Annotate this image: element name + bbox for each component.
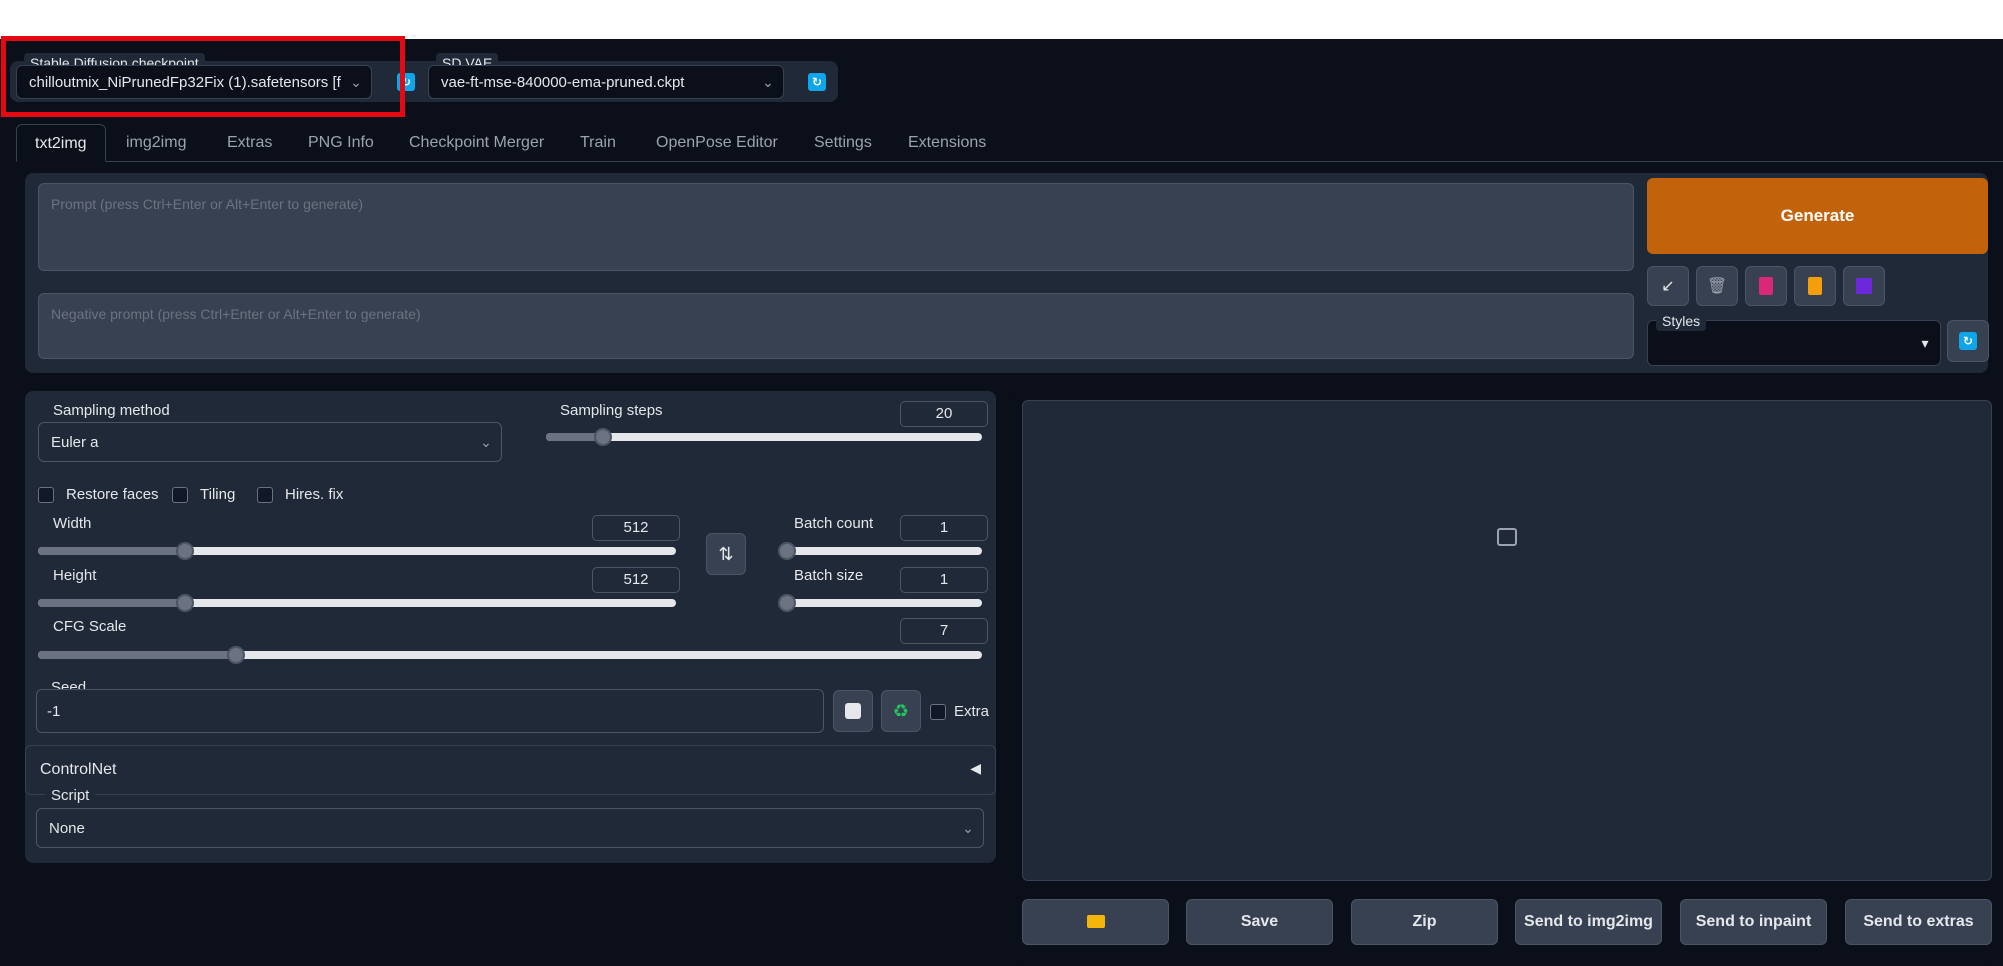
- swap-dimensions-button[interactable]: ⇅: [706, 533, 746, 575]
- styles-label: Styles: [1656, 311, 1707, 331]
- chevron-down-icon: ⌄: [762, 73, 774, 90]
- vae-dropdown[interactable]: vae-ft-mse-840000-ema-pruned.ckpt ⌄: [428, 65, 784, 99]
- clipboard-icon: [1808, 277, 1822, 295]
- tab-extras[interactable]: Extras: [209, 124, 290, 162]
- tab-img2img[interactable]: img2img: [108, 124, 204, 162]
- script-value: None: [49, 819, 85, 837]
- restore-faces-label: Restore faces: [66, 486, 159, 503]
- tab-txt2img[interactable]: txt2img: [16, 124, 106, 162]
- extra-seed-checkbox[interactable]: Extra: [930, 703, 989, 720]
- send-to-inpaint-button[interactable]: Send to inpaint: [1680, 899, 1827, 945]
- slider-thumb[interactable]: [175, 594, 194, 612]
- reuse-seed-button[interactable]: ♻: [881, 690, 921, 732]
- open-folder-button[interactable]: [1022, 899, 1169, 945]
- refresh-icon: ↻: [1959, 332, 1977, 350]
- seed-input[interactable]: -1: [36, 689, 824, 733]
- controlnet-accordion[interactable]: ControlNet ◀: [25, 745, 996, 795]
- save-button[interactable]: Save: [1186, 899, 1333, 945]
- checkbox-box[interactable]: [38, 486, 54, 503]
- main-tabs: txt2img img2img Extras PNG Info Checkpoi…: [16, 124, 2003, 162]
- batch-count-input[interactable]: 1: [900, 515, 988, 541]
- checkbox-box[interactable]: [257, 486, 273, 503]
- tiling-label: Tiling: [200, 486, 236, 503]
- batch-size-label: Batch size: [788, 566, 870, 585]
- apply-style-button[interactable]: [1794, 266, 1836, 306]
- negative-prompt-textarea[interactable]: Negative prompt (press Ctrl+Enter or Alt…: [38, 293, 1634, 359]
- sampling-steps-input[interactable]: 20: [900, 401, 988, 427]
- script-label: Script: [45, 786, 96, 805]
- batch-size-input[interactable]: 1: [900, 567, 988, 593]
- tab-settings[interactable]: Settings: [796, 124, 890, 162]
- batch-count-label: Batch count: [788, 514, 880, 533]
- tab-train[interactable]: Train: [562, 124, 634, 162]
- sampling-steps-slider[interactable]: [546, 428, 982, 446]
- swap-arrows-icon: ⇅: [718, 543, 734, 564]
- prompt-textarea[interactable]: Prompt (press Ctrl+Enter or Alt+Enter to…: [38, 183, 1634, 271]
- dice-icon: [845, 703, 861, 719]
- sampling-steps-label: Sampling steps: [554, 401, 669, 420]
- width-slider[interactable]: [38, 542, 676, 560]
- folder-icon: [1086, 915, 1105, 929]
- sampling-method-dropdown[interactable]: Euler a ⌄: [38, 422, 502, 462]
- slider-thumb[interactable]: [593, 428, 612, 446]
- send-to-img2img-button[interactable]: Send to img2img: [1515, 899, 1662, 945]
- batch-count-slider[interactable]: [778, 542, 982, 560]
- clear-prompt-button[interactable]: 🗑: [1696, 266, 1738, 306]
- recycle-icon: ♻: [892, 700, 910, 721]
- floppy-disk-icon: [1856, 278, 1872, 294]
- vae-refresh-icon[interactable]: ↻: [808, 73, 826, 91]
- slider-thumb[interactable]: [778, 542, 796, 560]
- slider-thumb[interactable]: [778, 594, 796, 612]
- height-slider[interactable]: [38, 594, 676, 612]
- caret-left-icon: ◀: [970, 760, 981, 776]
- seed-value: -1: [47, 702, 61, 720]
- cfg-scale-input[interactable]: 7: [900, 618, 988, 644]
- arrow-icon: ↙: [1661, 278, 1675, 295]
- output-gallery: [1022, 400, 1992, 881]
- card-icon: [1759, 277, 1773, 295]
- trash-icon: 🗑: [1706, 278, 1728, 295]
- vae-value: vae-ft-mse-840000-ema-pruned.ckpt: [441, 73, 685, 91]
- extra-networks-button[interactable]: [1745, 266, 1787, 306]
- image-placeholder-icon: [1497, 528, 1517, 546]
- tab-checkpoint-merger[interactable]: Checkpoint Merger: [391, 124, 562, 162]
- cfg-scale-slider[interactable]: [38, 646, 982, 664]
- slider-fill: [38, 547, 185, 555]
- tiling-checkbox[interactable]: Tiling: [172, 486, 235, 503]
- height-label: Height: [47, 566, 103, 585]
- tab-png-info[interactable]: PNG Info: [290, 124, 392, 162]
- zip-button[interactable]: Zip: [1351, 899, 1498, 945]
- height-input[interactable]: 512: [592, 567, 680, 593]
- width-label: Width: [47, 514, 98, 533]
- restore-faces-checkbox[interactable]: Restore faces: [38, 486, 159, 503]
- batch-size-slider[interactable]: [778, 594, 982, 612]
- sampling-method-value: Euler a: [51, 433, 99, 451]
- tab-openpose-editor[interactable]: OpenPose Editor: [638, 124, 796, 162]
- sampling-method-label: Sampling method: [47, 401, 176, 420]
- controlnet-label: ControlNet: [40, 761, 117, 778]
- hires-fix-label: Hires. fix: [285, 486, 344, 503]
- slider-thumb[interactable]: [175, 542, 194, 560]
- tab-extensions[interactable]: Extensions: [890, 124, 1004, 162]
- send-to-extras-button[interactable]: Send to extras: [1845, 899, 1992, 945]
- read-params-button[interactable]: ↙: [1647, 266, 1689, 306]
- cfg-scale-label: CFG Scale: [47, 617, 133, 636]
- checkbox-box[interactable]: [930, 703, 946, 720]
- chevron-down-icon: ⌄: [480, 433, 492, 450]
- generate-button[interactable]: Generate: [1647, 178, 1988, 254]
- width-input[interactable]: 512: [592, 515, 680, 541]
- extra-label: Extra: [954, 703, 990, 720]
- slider-fill: [38, 599, 185, 607]
- checkbox-box[interactable]: [172, 486, 188, 503]
- save-style-button[interactable]: [1843, 266, 1885, 306]
- chevron-down-icon: ⌄: [962, 819, 974, 836]
- slider-fill: [38, 651, 237, 659]
- styles-refresh-button[interactable]: ↻: [1947, 320, 1989, 362]
- caret-down-icon: ▾: [1921, 334, 1929, 351]
- hires-fix-checkbox[interactable]: Hires. fix: [257, 486, 343, 503]
- script-dropdown[interactable]: None ⌄: [36, 808, 984, 848]
- random-seed-button[interactable]: [833, 690, 873, 732]
- highlight-box: [1, 36, 405, 117]
